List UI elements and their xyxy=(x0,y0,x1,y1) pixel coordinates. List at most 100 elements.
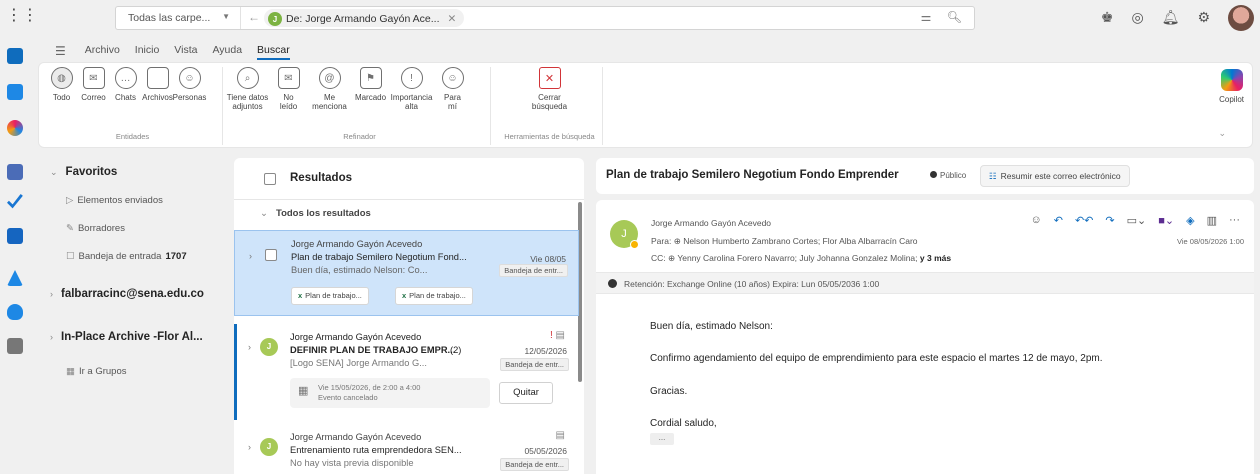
more-apps-icon[interactable] xyxy=(7,338,23,354)
unread-button[interactable]: ✉ No leído xyxy=(274,67,303,111)
forward-icon[interactable]: ↷ xyxy=(1105,214,1114,227)
bell-icon[interactable]: 🔔︎ xyxy=(1162,9,1180,26)
list-item[interactable]: › Jorge Armando Gayón Acevedo Plan de tr… xyxy=(234,230,579,316)
immersive-reader-icon[interactable]: ▥ xyxy=(1207,214,1217,227)
gear-icon[interactable]: ⚙ xyxy=(1197,9,1210,26)
search-scope-dropdown[interactable]: Todas las carpe... ▼ xyxy=(116,7,241,29)
reading-pane: Plan de trabajo Semilero Negotium Fondo … xyxy=(596,158,1254,474)
attachment-chip[interactable]: x Plan de trabajo... xyxy=(395,287,473,305)
ribbon-collapse-icon[interactable]: ⌄ xyxy=(1218,128,1226,139)
onedrive-app-icon[interactable] xyxy=(7,270,23,286)
email-body-line: Cordial saludo, xyxy=(650,418,717,429)
reply-all-icon[interactable]: ↶↶ xyxy=(1075,214,1093,227)
all-label: Todo xyxy=(52,93,71,102)
attachment-chip[interactable]: x Plan de trabajo... xyxy=(291,287,369,305)
message-date: Vie 08/05 xyxy=(530,254,566,264)
more-actions-icon[interactable]: ··· xyxy=(1229,214,1240,227)
summarize-label: Resumir este correo electrónico xyxy=(1000,171,1121,181)
todo-app-icon[interactable] xyxy=(7,194,23,209)
chevron-right-icon[interactable]: › xyxy=(249,251,252,261)
chevron-right-icon[interactable]: › xyxy=(248,342,251,352)
tab-buscar[interactable]: Buscar xyxy=(257,44,290,60)
account-header[interactable]: › falbarracinc@sena.edu.co xyxy=(50,288,204,300)
message-checkbox[interactable] xyxy=(265,249,277,261)
summarize-button[interactable]: ☷ Resumir este correo electrónico xyxy=(980,165,1130,187)
section-label: Todos los resultados xyxy=(275,208,371,219)
tab-archivo[interactable]: Archivo xyxy=(85,44,120,60)
globe-icon: ◍ xyxy=(50,67,73,89)
flagged-button[interactable]: ⚑ Marcado xyxy=(355,67,386,111)
favorites-header[interactable]: ⌄ Favoritos xyxy=(50,166,117,178)
chats-button[interactable]: … Chats xyxy=(111,67,140,102)
list-item[interactable]: › J Jorge Armando Gayón Acevedo ! ▤ DEFI… xyxy=(234,324,579,420)
tab-ayuda[interactable]: Ayuda xyxy=(212,44,242,60)
unread-line1: No xyxy=(283,93,294,102)
message-preview: [Logo SENA] Jorge Armando G... xyxy=(290,358,427,368)
copilot-app-icon[interactable] xyxy=(7,120,23,136)
flag-and-calendar-icon[interactable]: ! ▤ xyxy=(550,330,565,341)
reply-icon[interactable]: ↶ xyxy=(1054,214,1063,227)
search-box[interactable]: Todas las carpe... ▼ ← J De: Jorge Arman… xyxy=(115,6,975,30)
email-actions: ☺ ↶ ↶↶ ↷ ▭⌄ ■⌄ ◈ ▥ ··· xyxy=(1031,214,1240,227)
section-all-results[interactable]: ⌄ Todos los resultados xyxy=(260,208,371,219)
close-search-button[interactable]: ✕ Cerrar búsqueda xyxy=(520,67,580,111)
files-button[interactable]: Archivos xyxy=(142,67,173,102)
high-importance-button[interactable]: ! Importancia alta xyxy=(391,67,432,111)
onenote-icon[interactable]: ■⌄ xyxy=(1158,214,1174,227)
select-all-checkbox[interactable] xyxy=(264,173,276,185)
calendar-app-icon[interactable] xyxy=(7,84,23,100)
folder-sent[interactable]: ▷ Elementos enviados xyxy=(66,195,163,206)
sender-filter-chip[interactable]: J De: Jorge Armando Gayón Ace... ✕ xyxy=(264,9,465,27)
ribbon: ◍ Todo ✉ Correo … Chats Archivos ☺ Personas … xyxy=(38,62,1253,148)
loop-icon[interactable]: ◎ xyxy=(1131,9,1143,26)
avatar: J xyxy=(260,338,278,356)
back-arrow-icon[interactable]: ← xyxy=(248,10,260,24)
chevron-down-icon: ⌄ xyxy=(50,167,58,177)
list-item[interactable]: › J Jorge Armando Gayón Acevedo ▤ Entren… xyxy=(234,426,579,474)
word-app-icon[interactable] xyxy=(7,228,23,244)
search-scope-label: Todas las carpe... xyxy=(128,12,211,24)
go-to-groups[interactable]: ▦ Ir a Grupos xyxy=(66,366,127,377)
flag-icon: ⚑ xyxy=(359,67,382,89)
cloud-app-icon[interactable] xyxy=(7,304,23,320)
copilot-button[interactable]: Copilot xyxy=(1219,69,1244,104)
chevron-down-icon: ⌄ xyxy=(260,208,268,219)
email-cc[interactable]: Yenny Carolina Forero Navarro; July Joha… xyxy=(677,253,917,263)
tab-inicio[interactable]: Inicio xyxy=(135,44,160,60)
has-attachments-button[interactable]: ⌕ Tiene datos adjuntos xyxy=(227,67,268,111)
profile-avatar[interactable] xyxy=(1228,5,1254,31)
calendar-icon: ▤ xyxy=(555,430,565,441)
account-label: falbarracinc@sena.edu.co xyxy=(61,288,204,300)
teams-share-icon[interactable]: ▭⌄ xyxy=(1127,214,1147,227)
folder-drafts[interactable]: ✎ Borradores xyxy=(66,223,125,234)
email-from[interactable]: Jorge Armando Gayón Acevedo xyxy=(651,218,771,228)
close-icon[interactable]: ✕ xyxy=(448,13,457,25)
cc-label: CC: xyxy=(651,253,666,263)
email-to[interactable]: Nelson Humberto Zambrano Cortes; Flor Al… xyxy=(683,236,917,246)
folder-inbox[interactable]: ☐ Bandeja de entrada 1707 xyxy=(66,251,187,262)
all-button[interactable]: ◍ Todo xyxy=(47,67,76,102)
remove-button[interactable]: Quitar xyxy=(499,382,553,404)
ribbon-tabs: ☰ Archivo Inicio Vista Ayuda Buscar xyxy=(55,44,290,60)
show-more-button[interactable]: ... xyxy=(650,433,674,445)
folder-drafts-label: Borradores xyxy=(77,223,125,234)
people-button[interactable]: ☺ Personas xyxy=(173,67,206,102)
message-date: 12/05/2026 xyxy=(524,346,567,356)
loop-share-icon[interactable]: ◈ xyxy=(1186,214,1194,227)
emoji-react-icon[interactable]: ☺ xyxy=(1031,214,1042,227)
chevron-right-icon[interactable]: › xyxy=(248,442,251,452)
more-recipients-link[interactable]: y 3 más xyxy=(920,253,951,263)
teams-icon[interactable]: ♚ xyxy=(1101,9,1114,26)
hamburger-icon[interactable]: ☰ xyxy=(55,44,66,60)
mentions-me-button[interactable]: @ Me menciona xyxy=(312,67,347,111)
search-options-icon[interactable]: ⚌ 🔍︎ xyxy=(921,10,968,24)
app-launcher-icon[interactable]: ⋮⋮ xyxy=(6,8,38,24)
to-me-button[interactable]: ☺ Para mí xyxy=(438,67,467,111)
archive-header[interactable]: › In-Place Archive -Flor Al... xyxy=(50,331,203,343)
email-subject: Plan de trabajo Semilero Negotium Fondo … xyxy=(606,169,899,181)
envelope-icon: ✉ xyxy=(82,67,105,89)
people-app-icon[interactable] xyxy=(7,164,23,180)
mail-button[interactable]: ✉ Correo xyxy=(79,67,108,102)
tab-vista[interactable]: Vista xyxy=(174,44,197,60)
mail-app-icon[interactable] xyxy=(7,48,23,64)
